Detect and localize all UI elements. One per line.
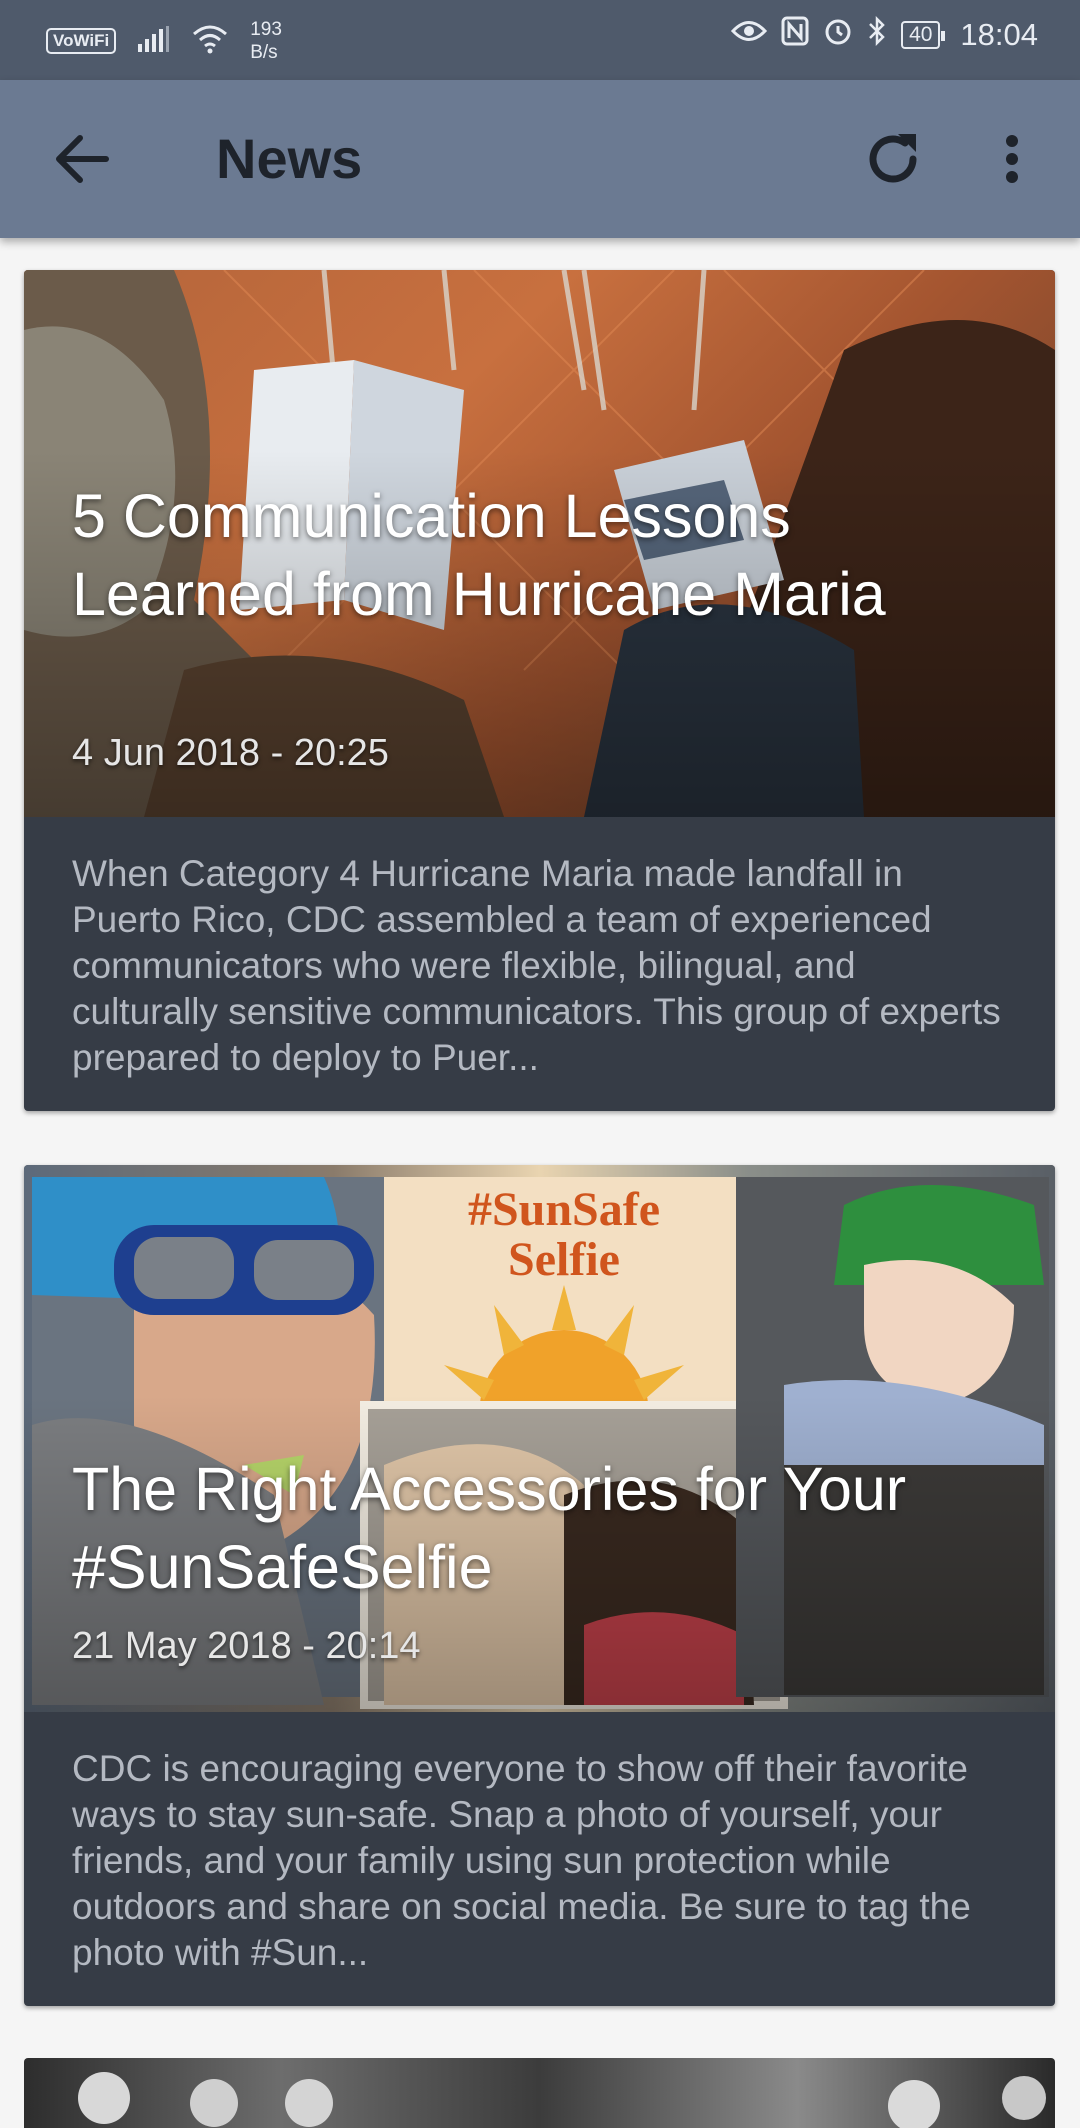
app-bar: News [0,80,1080,238]
sunsafe-title-text: #SunSafe [468,1183,660,1236]
news-card[interactable]: #SunSafe Selfie The Right Accessories fo… [24,1165,1055,2006]
article-date: 4 Jun 2018 - 20:25 [72,732,389,774]
network-speed-unit: B/s [250,42,278,63]
article-image: #SunSafe Selfie The Right Accessories fo… [24,1165,1055,1712]
status-time: 18:04 [960,17,1038,52]
vowifi-indicator: VoWiFi [46,28,117,54]
sunsafe-subtitle-text: Selfie [508,1233,620,1286]
article-image: 5 Communication Lessons Learned from Hur… [24,270,1055,817]
partial-article-image [78,2072,1046,2128]
status-left: VoWiFi 193 B/s [46,18,282,64]
article-title: 5 Communication Lessons Learned from Hur… [72,482,886,628]
battery-indicator: 40 [901,21,946,49]
refresh-icon [869,134,917,183]
page-title: News [216,127,363,190]
news-card-partial[interactable] [24,2058,1055,2128]
nfc-icon [781,16,809,54]
refresh-button[interactable] [858,124,928,194]
status-bar: VoWiFi 193 B/s 40 18:04 [0,0,1080,80]
news-card[interactable]: 5 Communication Lessons Learned from Hur… [24,270,1055,1111]
article-title: The Right Accessories for Your #SunSafeS… [72,1455,907,1601]
more-options-button[interactable] [990,124,1034,194]
article-summary: CDC is encouraging everyone to show off … [72,1748,971,1973]
network-speed-value: 193 [250,19,282,40]
more-vertical-icon [1006,135,1018,183]
bluetooth-icon [867,15,887,54]
status-right: 40 18:04 [731,15,1038,54]
back-button[interactable] [50,128,120,190]
wifi-icon [192,24,228,59]
article-summary: When Category 4 Hurricane Maria made lan… [72,853,1001,1078]
alarm-icon [823,16,853,54]
arrow-left-icon [56,135,109,183]
signal-icon [138,25,170,57]
article-date: 21 May 2018 - 20:14 [72,1625,421,1667]
eye-icon [731,18,768,52]
network-speed: 193 B/s [250,18,282,64]
